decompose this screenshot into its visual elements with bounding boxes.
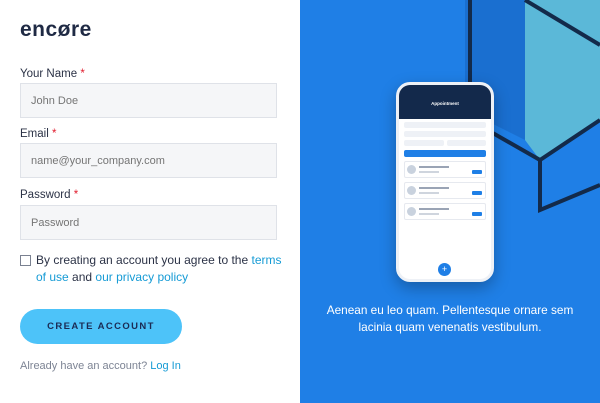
privacy-link[interactable]: our privacy policy [95,270,188,284]
phone-search-button [404,150,486,157]
agree-text: By creating an account you agree to the … [36,253,282,284]
required-mark: * [73,189,79,201]
phone-doctor-card [404,203,486,220]
password-input[interactable] [20,205,277,240]
email-label: Email * [20,128,57,140]
email-input[interactable] [20,143,277,178]
phone-field [404,131,486,137]
create-account-button[interactable]: CREATE ACCOUNT [20,309,182,344]
phone-doctor-card [404,161,486,178]
phone-field-row [404,140,486,146]
promo-panel: Appointment + Aenean eu leo quam. Pellen… [300,0,600,403]
agree-checkbox[interactable] [20,255,31,266]
cube-edge [538,160,600,213]
promo-text: Aenean eu leo quam. Pellentesque ornare … [326,303,574,334]
login-prompt: Already have an account? Log In [20,360,181,372]
name-label: Your Name * [20,68,85,80]
brand-logo[interactable]: encøre [20,18,92,42]
plus-icon: + [438,263,451,276]
phone-mockup: Appointment + [396,82,494,282]
phone-header: Appointment [399,85,491,119]
name-input[interactable] [20,83,277,118]
password-label: Password * [20,189,79,201]
required-mark: * [51,128,57,140]
signup-panel: encøre Your Name * Email * Password * By… [0,0,300,403]
phone-doctor-card [404,182,486,199]
required-mark: * [80,68,85,80]
phone-field [404,122,486,128]
login-link[interactable]: Log In [150,360,181,372]
